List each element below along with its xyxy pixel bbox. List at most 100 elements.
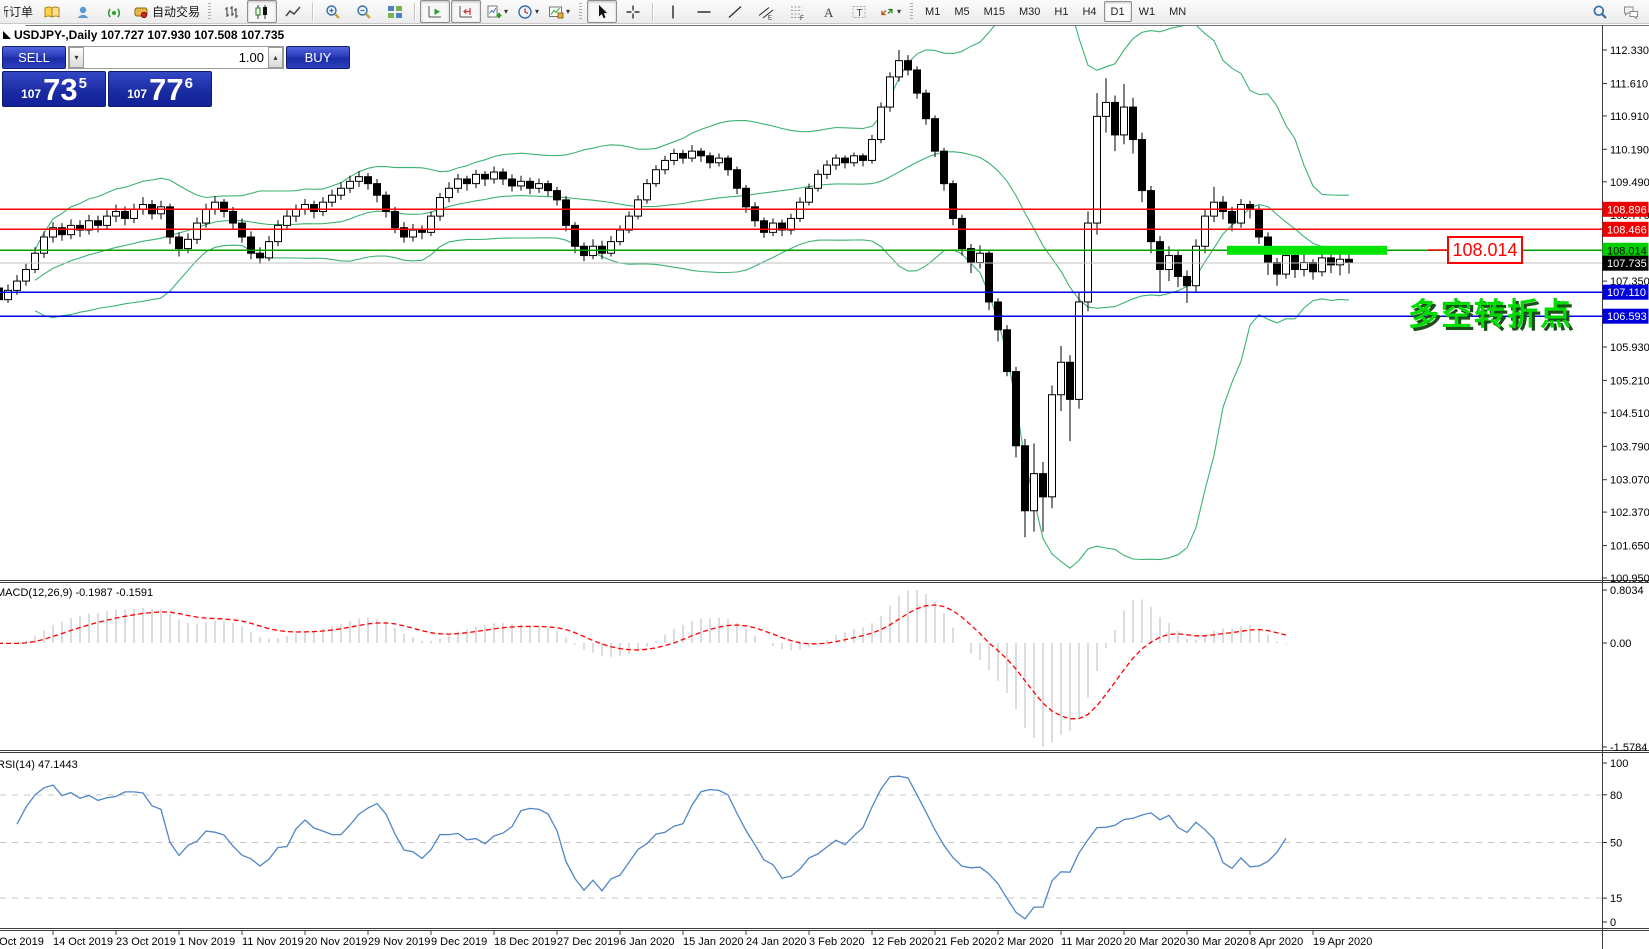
chat-icon bbox=[1623, 4, 1639, 20]
trendline-button[interactable] bbox=[720, 0, 750, 23]
indicators-button[interactable]: ▾ bbox=[482, 0, 512, 23]
volume-input[interactable] bbox=[84, 47, 268, 68]
svg-text:T: T bbox=[857, 8, 863, 19]
date-tick-label: 24 Jan 2020 bbox=[746, 936, 807, 948]
buy-button[interactable]: BUY bbox=[286, 46, 350, 69]
line-chart-button[interactable] bbox=[278, 0, 308, 23]
candle-body bbox=[1256, 209, 1263, 237]
candle-body bbox=[1022, 446, 1029, 511]
text-button[interactable]: A bbox=[813, 0, 843, 23]
price-tick-label: 109.490 bbox=[1610, 177, 1649, 189]
sell-price-display[interactable]: 107735 bbox=[2, 71, 106, 107]
new-order-button[interactable]: 新订单 bbox=[3, 0, 36, 23]
rsi-axis-label: 0 bbox=[1610, 917, 1616, 929]
tf-button-D1[interactable]: D1 bbox=[1104, 1, 1132, 22]
candle-body bbox=[482, 174, 489, 179]
main-toolbar: 新订单 自动交易 ▾ ▾ ▾ E F A T ▾ M1M5M15M30H1H4D1W1MN bbox=[0, 0, 1649, 24]
sell-price-prefix: 107 bbox=[21, 87, 41, 101]
label-button[interactable]: T bbox=[844, 0, 874, 23]
candle-body bbox=[833, 158, 840, 165]
candle-body bbox=[869, 140, 876, 161]
templates-button[interactable]: ▾ bbox=[544, 0, 574, 23]
channel-button[interactable]: E bbox=[751, 0, 781, 23]
bar-chart-icon bbox=[223, 4, 239, 20]
chart-window: USDJPY-,Daily 107.727 107.930 107.508 10… bbox=[0, 25, 1649, 949]
fibonacci-icon: F bbox=[789, 4, 805, 20]
tf-button-M30[interactable]: M30 bbox=[1012, 1, 1047, 22]
templates-icon bbox=[548, 4, 564, 20]
dropdown-caret-icon[interactable]: ▾ bbox=[504, 7, 508, 16]
toolbar-grip[interactable] bbox=[910, 3, 913, 21]
candle-body bbox=[14, 281, 21, 290]
marketwatch-book-icon[interactable] bbox=[37, 0, 67, 23]
tile-windows-button[interactable] bbox=[380, 0, 410, 23]
candle-body bbox=[1283, 256, 1290, 275]
candle-body bbox=[1058, 362, 1065, 394]
sell-price-sup: 5 bbox=[79, 75, 87, 92]
fibonacci-button[interactable]: F bbox=[782, 0, 812, 23]
candle-body bbox=[0, 288, 3, 300]
price-tick-label: 110.190 bbox=[1610, 144, 1649, 156]
candle-body bbox=[689, 151, 696, 158]
volume-decrease-button[interactable]: ▾ bbox=[69, 47, 84, 68]
candle-body bbox=[275, 225, 282, 241]
autotrading-button[interactable]: 自动交易 bbox=[130, 0, 203, 23]
cursor-icon bbox=[594, 4, 610, 20]
toolbar-grip[interactable] bbox=[208, 3, 211, 21]
vertical-line-button[interactable] bbox=[658, 0, 688, 23]
dropdown-caret-icon[interactable]: ▾ bbox=[535, 7, 539, 16]
candle-body bbox=[950, 184, 957, 219]
candle-body bbox=[131, 209, 138, 218]
chart-shift-button[interactable] bbox=[451, 0, 481, 23]
candle-body bbox=[491, 172, 498, 179]
candle-body bbox=[1013, 372, 1020, 446]
candlestick-chart-button[interactable] bbox=[247, 0, 277, 23]
periods-button[interactable]: ▾ bbox=[513, 0, 543, 23]
tf-button-MN[interactable]: MN bbox=[1162, 1, 1193, 22]
tf-button-W1[interactable]: W1 bbox=[1132, 1, 1163, 22]
search-button[interactable] bbox=[1585, 0, 1615, 23]
svg-text:F: F bbox=[800, 15, 804, 20]
candle-body bbox=[1184, 276, 1191, 285]
bar-chart-button[interactable] bbox=[216, 0, 246, 23]
tf-button-H1[interactable]: H1 bbox=[1047, 1, 1075, 22]
chart-canvas[interactable]: 108.014多空转折点多空转折点112.330111.610110.91011… bbox=[0, 25, 1649, 949]
arrows-button[interactable]: ▾ bbox=[875, 0, 905, 23]
annotation-text[interactable]: 多空转折点多空转折点 bbox=[1408, 297, 1576, 335]
account-cloud-icon[interactable] bbox=[68, 0, 98, 23]
candle-body bbox=[914, 70, 921, 93]
tf-button-H4[interactable]: H4 bbox=[1075, 1, 1103, 22]
price-tick-label: 110.910 bbox=[1610, 111, 1649, 123]
toolbar-grip[interactable] bbox=[579, 3, 582, 21]
tf-button-M1[interactable]: M1 bbox=[918, 1, 947, 22]
candle-body bbox=[608, 242, 615, 254]
date-tick-label: 9 Dec 2019 bbox=[431, 936, 487, 948]
candle-body bbox=[410, 230, 417, 237]
candle-body bbox=[329, 195, 336, 202]
cursor-button[interactable] bbox=[587, 0, 617, 23]
sell-button[interactable]: SELL bbox=[2, 46, 66, 69]
signal-icon[interactable] bbox=[99, 0, 129, 23]
dropdown-caret-icon[interactable]: ▾ bbox=[566, 7, 570, 16]
zoom-out-button[interactable] bbox=[349, 0, 379, 23]
tf-button-M15[interactable]: M15 bbox=[977, 1, 1012, 22]
candle-body bbox=[1310, 263, 1317, 272]
volume-increase-button[interactable]: ▴ bbox=[268, 47, 283, 68]
candle-body bbox=[356, 177, 363, 182]
candle-body bbox=[1202, 216, 1209, 246]
crosshair-button[interactable] bbox=[618, 0, 648, 23]
date-tick-label: 1 Nov 2019 bbox=[179, 936, 235, 948]
tf-button-M5[interactable]: M5 bbox=[947, 1, 976, 22]
thick-support-bar[interactable] bbox=[1227, 246, 1387, 255]
candle-body bbox=[959, 218, 966, 248]
auto-scroll-button[interactable] bbox=[420, 0, 450, 23]
price-tick-label: 100.950 bbox=[1610, 573, 1649, 585]
chat-button[interactable] bbox=[1616, 0, 1646, 23]
horizontal-line-button[interactable] bbox=[689, 0, 719, 23]
candle-body bbox=[653, 170, 660, 184]
zoom-in-button[interactable] bbox=[318, 0, 348, 23]
dropdown-caret-icon[interactable]: ▾ bbox=[897, 7, 901, 16]
date-tick-label: 27 Dec 2019 bbox=[557, 936, 619, 948]
buy-price-display[interactable]: 107776 bbox=[108, 71, 212, 107]
date-tick-label: 14 Oct 2019 bbox=[53, 936, 113, 948]
